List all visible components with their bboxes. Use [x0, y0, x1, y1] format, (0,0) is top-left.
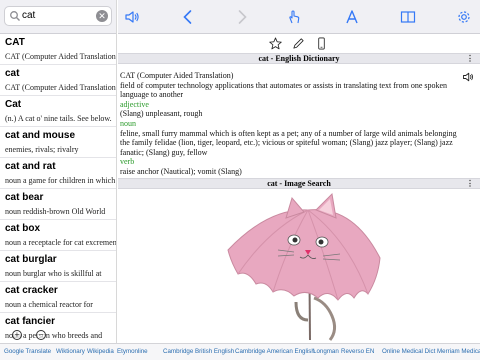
star-icon[interactable]: [269, 37, 282, 50]
entry-actions-bar: [118, 34, 480, 52]
image-search-results: [118, 190, 480, 343]
result-word: cat box: [5, 223, 41, 234]
result-definition: noun burglar who is skillful at: [5, 269, 102, 278]
result-item[interactable]: cat and rat noun a game for children in w…: [0, 158, 116, 189]
result-definition: noun a game for children in which: [5, 176, 116, 185]
result-item[interactable]: cat burglar noun burglar who is skillful …: [0, 251, 116, 282]
definition-text: CAT (Computer Aided Translation): [120, 71, 234, 80]
reference-link[interactable]: Longman: [313, 348, 339, 356]
reference-link[interactable]: Reverso EN: [341, 348, 374, 356]
result-word: CAT: [5, 37, 25, 48]
result-item[interactable]: cat CAT (Computer Aided Translation): [0, 65, 116, 96]
back-icon[interactable]: [180, 9, 196, 25]
result-item[interactable]: cat bear noun reddish-brown Old World: [0, 189, 116, 220]
forward-icon[interactable]: [234, 9, 250, 25]
word-list-pane: cat ✕ CAT CAT (Computer Aided Translation…: [0, 0, 117, 343]
reference-link[interactable]: Etymonline: [117, 348, 148, 356]
speaker-icon[interactable]: [462, 71, 474, 83]
dictionary-header-title: cat - English Dictionary: [258, 54, 340, 63]
main-toolbar: [118, 0, 480, 34]
result-word: cat: [5, 68, 20, 79]
reference-link[interactable]: Google Translate: [4, 348, 51, 356]
result-item[interactable]: Cat (n.) A cat o' nine tails. See below.: [0, 96, 116, 127]
result-word: cat bear: [5, 192, 44, 203]
definition-text: raise anchor (Nautical); vomit (Slang): [120, 166, 242, 176]
search-icon: [10, 11, 20, 21]
reference-link[interactable]: Cambridge British English: [163, 348, 234, 356]
result-word: cat and mouse: [5, 130, 76, 141]
reference-link[interactable]: Cambridge American English: [235, 348, 315, 356]
more-menu-icon[interactable]: ⋮: [466, 55, 474, 63]
list-footer: + −: [0, 327, 116, 343]
result-item[interactable]: cat box noun a receptacle for cat excreme…: [0, 220, 116, 251]
gear-icon[interactable]: [456, 9, 472, 25]
result-definition: CAT (Computer Aided Translation): [5, 52, 116, 61]
result-item[interactable]: CAT CAT (Computer Aided Translation): [0, 34, 116, 65]
result-word: Cat: [5, 99, 22, 110]
part-of-speech: verb: [120, 157, 135, 167]
result-word: cat cracker: [5, 285, 58, 296]
book-icon[interactable]: [400, 9, 416, 25]
result-definition: noun a chemical reactor for: [5, 300, 93, 309]
definition-list: CAT (Computer Aided Translation) field of…: [120, 71, 472, 177]
result-word: cat burglar: [5, 254, 57, 265]
search-input[interactable]: cat ✕: [4, 6, 112, 26]
reference-links-bar: Google Translate Wiktionary Wikipedia Etymo…: [0, 343, 480, 360]
zoom-in-icon[interactable]: +: [12, 330, 22, 340]
phone-icon[interactable]: [315, 37, 328, 50]
tap-hand-icon[interactable]: [286, 9, 302, 25]
result-item[interactable]: cat and mouse enemies, rivals; rivalry: [0, 127, 116, 158]
result-list: CAT CAT (Computer Aided Translation) cat CA…: [0, 34, 116, 343]
search-bar: cat ✕: [0, 0, 116, 34]
image-search-section-header: cat - Image Search ⋮: [118, 178, 480, 189]
result-word: cat and rat: [5, 161, 56, 172]
more-menu-icon[interactable]: ⋮: [466, 180, 474, 188]
result-definition: noun a receptacle for cat excrement: [5, 238, 116, 247]
definition-text: (Slang) unpleasant, rough: [120, 109, 203, 119]
definition-text: field of computer technology application…: [120, 80, 448, 100]
dictionary-section-header: cat - English Dictionary ⋮: [118, 53, 480, 64]
reference-link[interactable]: Merriam Medical: [437, 348, 480, 356]
reference-link[interactable]: Online Medical Dict: [382, 348, 435, 356]
search-value: cat: [22, 10, 36, 21]
zoom-out-icon[interactable]: −: [36, 330, 46, 340]
umbrella-image[interactable]: [118, 190, 480, 343]
pencil-icon[interactable]: [292, 37, 305, 50]
result-definition: (n.) A cat o' nine tails. See below.: [5, 114, 112, 123]
result-item[interactable]: cat cracker noun a chemical reactor for: [0, 282, 116, 313]
part-of-speech: adjective: [120, 99, 149, 109]
speaker-icon[interactable]: [124, 9, 140, 25]
reference-link[interactable]: Wiktionary: [56, 348, 85, 356]
dictionary-content: CAT (Computer Aided Translation) field of…: [118, 68, 480, 177]
result-definition: noun reddish-brown Old World: [5, 207, 106, 216]
reference-link[interactable]: Wikipedia: [87, 348, 114, 356]
part-of-speech: noun: [120, 118, 136, 128]
font-icon[interactable]: [344, 9, 360, 25]
result-definition: CAT (Computer Aided Translation): [5, 83, 116, 92]
definition-text: feline, small furry mammal which is ofte…: [120, 128, 457, 157]
clear-search-icon[interactable]: ✕: [96, 10, 108, 22]
image-search-header-title: cat - Image Search: [267, 179, 331, 188]
result-definition: enemies, rivals; rivalry: [5, 145, 79, 154]
